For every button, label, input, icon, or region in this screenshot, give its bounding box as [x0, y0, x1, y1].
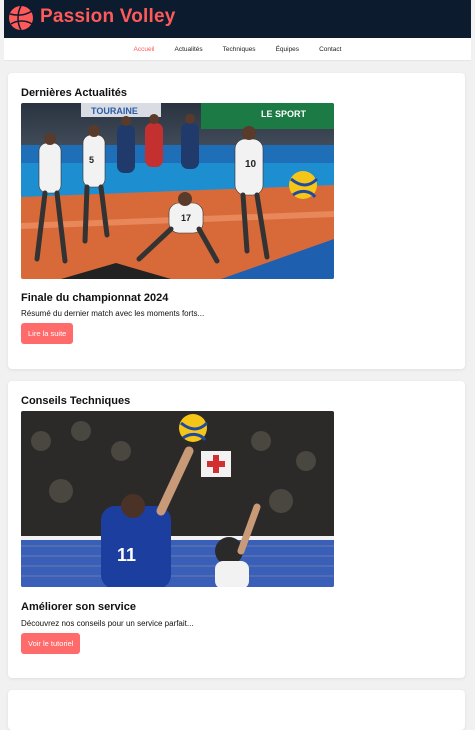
site-header: Passion Volley	[4, 0, 471, 38]
jersey-number-10: 10	[245, 159, 257, 170]
tips-card: Conseils Techniques 11 Améliorer son ser…	[8, 381, 465, 678]
serve-photo[interactable]: 11	[21, 411, 334, 587]
next-card	[8, 690, 465, 730]
tutorial-button[interactable]: Voir le tutoriel	[21, 633, 81, 654]
nav-item-accueil[interactable]: Accueil	[134, 46, 155, 53]
nav-item-equipes[interactable]: Équipes	[276, 46, 300, 53]
jersey-number-17: 17	[181, 213, 191, 223]
section-heading: Dernières Actualités	[21, 87, 127, 99]
read-more-button[interactable]: Lire la suite	[21, 323, 74, 344]
article-title[interactable]: Améliorer son service	[21, 601, 136, 613]
match-photo[interactable]: LE SPORT TOURAINE 10 17 5	[21, 103, 334, 279]
volleyball-icon[interactable]	[8, 5, 34, 31]
page: Passion Volley Accueil Actualités Techni…	[0, 0, 475, 730]
jersey-number: 11	[117, 545, 136, 565]
site-title[interactable]: Passion Volley	[40, 6, 176, 28]
serve-photo-illustration: 11	[21, 411, 334, 587]
news-card: Dernières Actualités LE SPORT TOURAINE 1…	[8, 73, 465, 369]
touraine-banner-text: TOURAINE	[91, 106, 138, 116]
section-heading: Conseils Techniques	[21, 395, 131, 407]
article-title[interactable]: Finale du championnat 2024	[21, 292, 168, 304]
nav-item-actualites[interactable]: Actualités	[174, 46, 202, 53]
jersey-number-5: 5	[89, 155, 94, 165]
nav-item-contact[interactable]: Contact	[319, 46, 341, 53]
article-excerpt: Découvrez nos conseils pour un service p…	[21, 619, 194, 628]
match-photo-illustration: LE SPORT TOURAINE 10 17 5	[21, 103, 334, 279]
nav-item-techniques[interactable]: Techniques	[223, 46, 256, 53]
article-excerpt: Résumé du dernier match avec les moments…	[21, 309, 205, 318]
main-nav: Accueil Actualités Techniques Équipes Co…	[4, 38, 471, 61]
banner-text: LE SPORT	[261, 109, 307, 119]
